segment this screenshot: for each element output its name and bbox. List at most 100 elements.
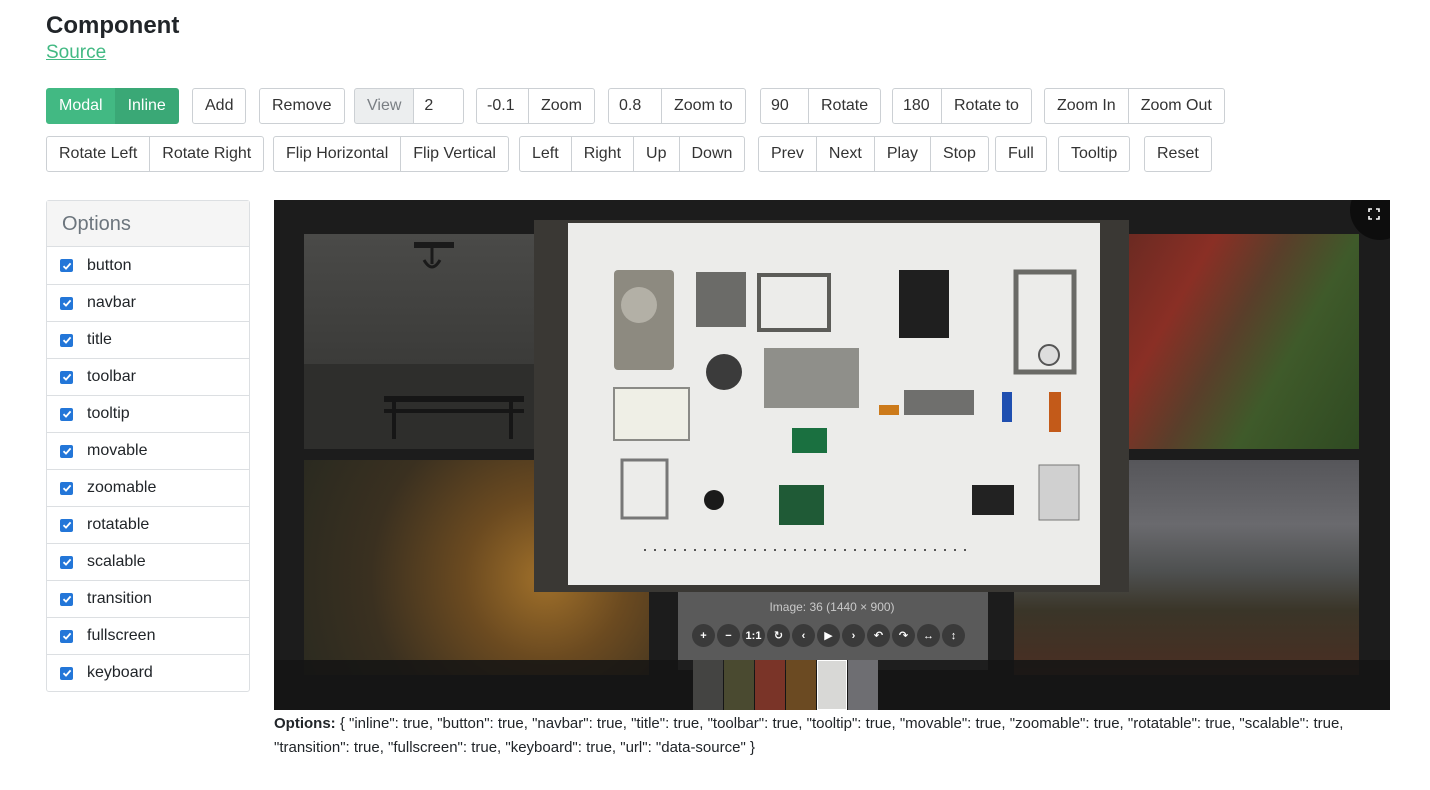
option-button[interactable]: button — [47, 247, 249, 284]
zoom-to-button[interactable]: Zoom to — [661, 88, 746, 124]
option-title[interactable]: title — [47, 321, 249, 358]
one-to-one-icon[interactable]: 1:1 — [742, 624, 765, 647]
move-down-button[interactable]: Down — [678, 136, 746, 172]
option-label: button — [87, 256, 132, 274]
add-button[interactable]: Add — [192, 88, 247, 124]
option-movable[interactable]: movable — [47, 432, 249, 469]
option-label: title — [87, 331, 112, 348]
move-right-button[interactable]: Right — [570, 136, 635, 172]
option-label: rotatable — [87, 516, 150, 533]
flip-horizontal-button[interactable]: Flip Horizontal — [273, 136, 402, 172]
thumbnail-coast[interactable] — [786, 660, 816, 710]
rotate-to-input[interactable] — [892, 88, 942, 124]
option-navbar[interactable]: navbar — [47, 284, 249, 321]
gallery-image-wall[interactable] — [304, 234, 539, 449]
option-label: tooltip — [87, 405, 130, 422]
image-title: Image: 36 (1440 × 900) — [769, 600, 895, 614]
options-output: Options: { "inline": true, "button": tru… — [274, 712, 1394, 760]
checkbox-checked-icon[interactable] — [60, 259, 73, 272]
next-button[interactable]: Next — [815, 136, 875, 172]
checkbox-checked-icon[interactable] — [60, 444, 73, 458]
image-viewer[interactable]: Image: 36 (1440 × 900) + −1:1 ↻ ‹ ▶ › ↶ ↷ ↔ ↕ — [274, 200, 1390, 710]
page-title: Component — [46, 12, 180, 39]
rotate-button[interactable]: Rotate — [808, 88, 882, 124]
thumbnail-wall[interactable] — [693, 660, 723, 710]
checkbox-checked-icon[interactable] — [60, 518, 73, 532]
remove-button[interactable]: Remove — [259, 88, 345, 124]
view-index-input[interactable] — [413, 88, 465, 124]
zoom-in-icon[interactable]: + — [692, 624, 715, 647]
tooltip-button[interactable]: Tooltip — [1058, 136, 1131, 172]
rotate-right-button[interactable]: Rotate Right — [149, 136, 265, 172]
rotate-left-icon[interactable]: ↶ — [867, 624, 890, 647]
checkbox-checked-icon[interactable] — [60, 629, 73, 643]
modal-button[interactable]: Modal — [46, 88, 116, 124]
play-button[interactable]: Play — [873, 136, 931, 172]
full-button[interactable]: Full — [995, 136, 1047, 172]
checkbox-checked-icon[interactable] — [60, 666, 73, 680]
zoom-button[interactable]: Zoom — [528, 88, 595, 124]
next-icon[interactable]: › — [842, 624, 865, 647]
mode-toggle-group: Modal Inline — [46, 88, 179, 124]
checkbox-checked-icon[interactable] — [60, 555, 73, 569]
prev-button[interactable]: Prev — [758, 136, 817, 172]
source-link[interactable]: Source — [46, 42, 106, 64]
checkbox-checked-icon[interactable] — [60, 296, 73, 310]
checkbox-checked-icon[interactable] — [60, 592, 73, 606]
inline-button[interactable]: Inline — [114, 88, 179, 124]
option-label: toolbar — [87, 368, 136, 385]
move-group: Left Right Up Down — [519, 136, 746, 172]
option-zoomable[interactable]: zoomable — [47, 469, 249, 506]
option-tooltip[interactable]: tooltip — [47, 395, 249, 432]
flip-horizontal-icon[interactable]: ↔ — [917, 624, 940, 647]
options-output-label: Options: — [274, 715, 336, 732]
flip-vertical-icon[interactable]: ↕ — [942, 624, 965, 647]
rotate-left-button[interactable]: Rotate Left — [46, 136, 151, 172]
option-label: movable — [87, 442, 148, 459]
zoom-out-icon[interactable]: − — [717, 624, 740, 647]
reset-button[interactable]: Reset — [1144, 136, 1212, 172]
option-transition[interactable]: transition — [47, 580, 249, 617]
prev-icon[interactable]: ‹ — [792, 624, 815, 647]
move-up-button[interactable]: Up — [633, 136, 680, 172]
option-label: keyboard — [87, 664, 153, 681]
move-left-button[interactable]: Left — [519, 136, 572, 172]
thumbnail-last[interactable] — [848, 660, 878, 710]
options-heading: Options — [47, 201, 249, 247]
rotate-to-button[interactable]: Rotate to — [941, 88, 1032, 124]
zoom-ratio-input[interactable] — [476, 88, 529, 124]
play-icon[interactable]: ▶ — [817, 624, 840, 647]
rotate-to-group: Rotate to — [892, 88, 1032, 124]
view-addon[interactable]: View — [354, 88, 415, 124]
zoom-to-input[interactable] — [608, 88, 662, 124]
zoom-in-button[interactable]: Zoom In — [1044, 88, 1129, 124]
thumbnail-parts-active[interactable] — [817, 660, 847, 710]
thumbnail-barrel[interactable] — [755, 660, 785, 710]
option-label: fullscreen — [87, 627, 156, 644]
checkbox-checked-icon[interactable] — [60, 370, 73, 384]
rotate-degree-input[interactable] — [760, 88, 809, 124]
option-label: scalable — [87, 553, 146, 570]
option-scalable[interactable]: scalable — [47, 543, 249, 580]
reset-icon[interactable]: ↻ — [767, 624, 790, 647]
gallery-image-barrel[interactable] — [1129, 234, 1359, 449]
stop-button[interactable]: Stop — [929, 136, 989, 172]
thumbnail-plant[interactable] — [724, 660, 754, 710]
view-group: View — [354, 88, 465, 124]
checkbox-checked-icon[interactable] — [60, 333, 73, 347]
checkbox-checked-icon[interactable] — [60, 407, 73, 421]
rotate-right-icon[interactable]: ↷ — [892, 624, 915, 647]
fullscreen-icon — [1368, 208, 1380, 220]
zoom-out-button[interactable]: Zoom Out — [1127, 88, 1225, 124]
option-keyboard[interactable]: keyboard — [47, 654, 249, 691]
rotate-group: Rotate — [760, 88, 882, 124]
option-rotatable[interactable]: rotatable — [47, 506, 249, 543]
flip-vertical-button[interactable]: Flip Vertical — [400, 136, 509, 172]
rotate-lr-group: Rotate Left Rotate Right — [46, 136, 265, 172]
main-image-camera-parts[interactable] — [534, 220, 1129, 592]
options-panel: Options button navbar title toolbar tooltip m… — [46, 200, 250, 692]
option-toolbar[interactable]: toolbar — [47, 358, 249, 395]
checkbox-checked-icon[interactable] — [60, 481, 73, 495]
option-fullscreen[interactable]: fullscreen — [47, 617, 249, 654]
camera-parts-graphic — [568, 223, 1100, 585]
